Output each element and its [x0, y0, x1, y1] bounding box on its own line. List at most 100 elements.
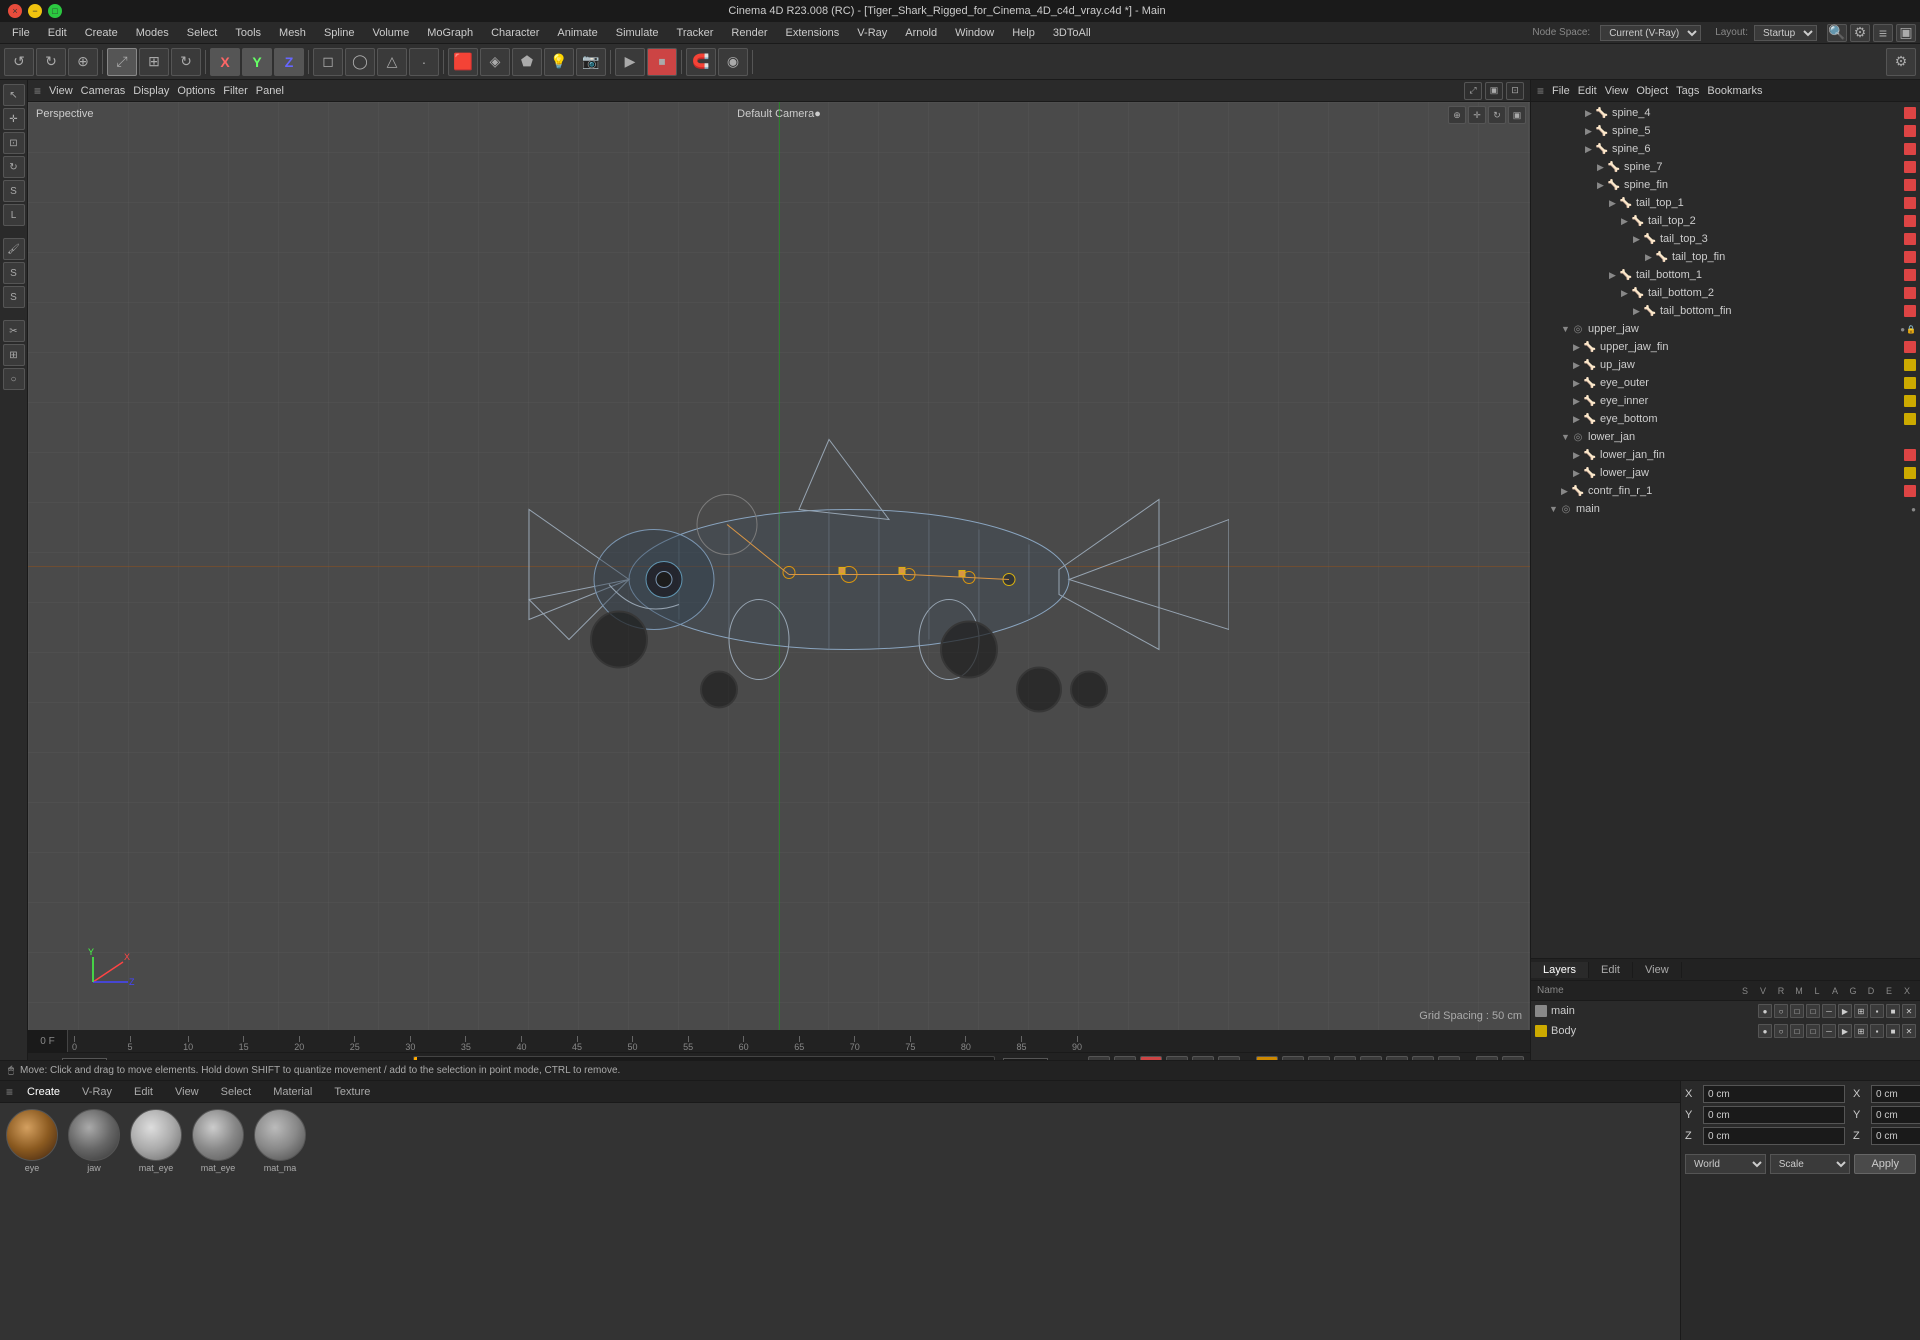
undo-button[interactable]: ↺ [4, 48, 34, 76]
tree-item-upjaw[interactable]: ▶ 🦴 up_jaw [1533, 356, 1918, 374]
display-menu-item[interactable]: Display [133, 85, 169, 97]
view-menu-item[interactable]: View [49, 85, 73, 97]
camera-btn[interactable]: 📷 [576, 48, 606, 76]
filter-menu-item[interactable]: Filter [223, 85, 247, 97]
layer-icon-g-body[interactable]: ⊞ [1854, 1024, 1868, 1038]
tree-item-eyeinner[interactable]: ▶ 🦴 eye_inner [1533, 392, 1918, 410]
mat-tab-texture[interactable]: Texture [326, 1084, 378, 1100]
sidebar-knife-icon[interactable]: ✂ [3, 320, 25, 342]
tree-item-lowerjaw[interactable]: ▶ 🦴 lower_jaw [1533, 464, 1918, 482]
layer-icon-g-main[interactable]: ⊞ [1854, 1004, 1868, 1018]
settings-btn[interactable]: ⚙ [1886, 48, 1916, 76]
y-axis-button[interactable]: Y [242, 48, 272, 76]
move-tool-button[interactable]: ⤢ [107, 48, 137, 76]
menu-create[interactable]: Create [77, 25, 126, 41]
tree-item-tailbotfin[interactable]: ▶ 🦴 tail_bottom_fin [1533, 302, 1918, 320]
timeline-ruler[interactable]: 0 F 051015202530354045505560657075808590 [28, 1030, 1530, 1052]
menu-animate[interactable]: Animate [549, 25, 605, 41]
sidebar-l-icon[interactable]: L [3, 204, 25, 226]
menu-tracker[interactable]: Tracker [669, 25, 722, 41]
sidebar-select-icon[interactable]: ↖ [3, 84, 25, 106]
material-jaw[interactable]: jaw [66, 1107, 122, 1336]
tree-item-eyebottom[interactable]: ▶ 🦴 eye_bottom [1533, 410, 1918, 428]
tree-item-upperjaw[interactable]: ▼ ◎ upper_jaw ● 🔒 [1533, 320, 1918, 338]
scale-dropdown[interactable]: Scale Size [1770, 1154, 1851, 1174]
node-space-select[interactable]: Current (V-Ray) [1600, 25, 1701, 41]
layer-icon-r-main[interactable]: □ [1790, 1004, 1804, 1018]
om-view-item[interactable]: View [1605, 85, 1629, 97]
layer-main[interactable]: main ● ○ □ □ ─ ▶ ⊞ ▪ ■ ✕ [1531, 1001, 1920, 1021]
maximize-button[interactable]: □ [48, 4, 62, 18]
render-region-btn[interactable]: ⏹ [647, 48, 677, 76]
sidebar-circle-icon[interactable]: ○ [3, 368, 25, 390]
tree-item-contrfinr1[interactable]: ▶ 🦴 contr_fin_r_1 [1533, 482, 1918, 500]
tree-item-tailbot2[interactable]: ▶ 🦴 tail_bottom_2 [1533, 284, 1918, 302]
tree-item-tailbot1[interactable]: ▶ 🦴 tail_bottom_1 [1533, 266, 1918, 284]
layer-icon-v-body[interactable]: ○ [1774, 1024, 1788, 1038]
menu-edit[interactable]: Edit [40, 25, 75, 41]
layer-icon-m-body[interactable]: □ [1806, 1024, 1820, 1038]
layer-icon-d-main[interactable]: ▪ [1870, 1004, 1884, 1018]
menu-mograph[interactable]: MoGraph [419, 25, 481, 41]
cameras-menu-item[interactable]: Cameras [81, 85, 126, 97]
coord-z-size-input[interactable] [1871, 1127, 1920, 1145]
om-menu-icon[interactable]: ≡ [1537, 84, 1544, 98]
sidebar-s3-icon[interactable]: S [3, 286, 25, 308]
menu-extensions[interactable]: Extensions [777, 25, 847, 41]
mat-tab-create[interactable]: Create [19, 1084, 68, 1100]
material-eye[interactable]: eye [4, 1107, 60, 1336]
viewport-maximize-btn[interactable]: ⤢ [1464, 82, 1482, 100]
nurbs-btn[interactable]: ◈ [480, 48, 510, 76]
redo-button[interactable]: ↻ [36, 48, 66, 76]
vp-ctrl-frame[interactable]: ▣ [1508, 106, 1526, 124]
render-btn[interactable]: ▶ [615, 48, 645, 76]
sidebar-s2-icon[interactable]: S [3, 262, 25, 284]
tree-item-main[interactable]: ▼ ◎ main ● [1533, 500, 1918, 518]
vp-ctrl-zoom[interactable]: ⊕ [1448, 106, 1466, 124]
panel-menu-item[interactable]: Panel [256, 85, 284, 97]
coord-x-size-input[interactable] [1871, 1085, 1920, 1103]
layer-icon-s-body[interactable]: ● [1758, 1024, 1772, 1038]
options-menu-item[interactable]: Options [177, 85, 215, 97]
edge-mode-button[interactable]: △ [377, 48, 407, 76]
mat-tab-edit[interactable]: Edit [126, 1084, 161, 1100]
icon-btn-1[interactable]: 🔍 [1827, 24, 1847, 42]
tree-item-eyeouter[interactable]: ▶ 🦴 eye_outer [1533, 374, 1918, 392]
minimize-button[interactable]: − [28, 4, 42, 18]
tree-item-spine4[interactable]: ▶ 🦴 spine_4 [1533, 104, 1918, 122]
viewport-settings-btn[interactable]: ⊡ [1506, 82, 1524, 100]
coord-y-size-input[interactable] [1871, 1106, 1920, 1124]
light-btn[interactable]: 💡 [544, 48, 574, 76]
main-viewport[interactable]: Perspective Default Camera● Grid Spacing… [28, 102, 1530, 1030]
icon-btn-3[interactable]: ≡ [1873, 24, 1893, 42]
tree-item-tailtopfin[interactable]: ▶ 🦴 tail_top_fin [1533, 248, 1918, 266]
vp-ctrl-pan[interactable]: ✛ [1468, 106, 1486, 124]
mat-tab-vray[interactable]: V-Ray [74, 1084, 120, 1100]
menu-mesh[interactable]: Mesh [271, 25, 314, 41]
layer-icon-m-main[interactable]: □ [1806, 1004, 1820, 1018]
tree-item-spinefin[interactable]: ▶ 🦴 spine_fin [1533, 176, 1918, 194]
tree-item-tailtop1[interactable]: ▶ 🦴 tail_top_1 [1533, 194, 1918, 212]
apply-button[interactable]: Apply [1854, 1154, 1916, 1174]
coord-x-pos-input[interactable] [1703, 1085, 1845, 1103]
menu-volume[interactable]: Volume [365, 25, 418, 41]
sidebar-scale-icon[interactable]: ⊡ [3, 132, 25, 154]
tree-item-upperjawfin[interactable]: ▶ 🦴 upper_jaw_fin [1533, 338, 1918, 356]
layer-icon-a-main[interactable]: ▶ [1838, 1004, 1852, 1018]
layer-icon-l-body[interactable]: ─ [1822, 1024, 1836, 1038]
menu-character[interactable]: Character [483, 25, 547, 41]
menu-vray[interactable]: V-Ray [849, 25, 895, 41]
object-tree[interactable]: ▶ 🦴 spine_4 ▶ 🦴 spine_5 ▶ 🦴 spine_6 [1531, 102, 1920, 958]
layer-icon-r-body[interactable]: □ [1790, 1024, 1804, 1038]
tab-layers[interactable]: Layers [1531, 962, 1589, 978]
material-mat-eye-2[interactable]: mat_eye [190, 1107, 246, 1336]
menu-render[interactable]: Render [723, 25, 775, 41]
layer-icon-s-main[interactable]: ● [1758, 1004, 1772, 1018]
menu-3dtoall[interactable]: 3DToAll [1045, 25, 1099, 41]
layer-icon-e-main[interactable]: ■ [1886, 1004, 1900, 1018]
mat-tab-view[interactable]: View [167, 1084, 207, 1100]
sidebar-grid-icon[interactable]: ⊞ [3, 344, 25, 366]
tree-item-spine6[interactable]: ▶ 🦴 spine_6 [1533, 140, 1918, 158]
poly-mode-button[interactable]: ◯ [345, 48, 375, 76]
tree-item-lowerjanfin[interactable]: ▶ 🦴 lower_jan_fin [1533, 446, 1918, 464]
